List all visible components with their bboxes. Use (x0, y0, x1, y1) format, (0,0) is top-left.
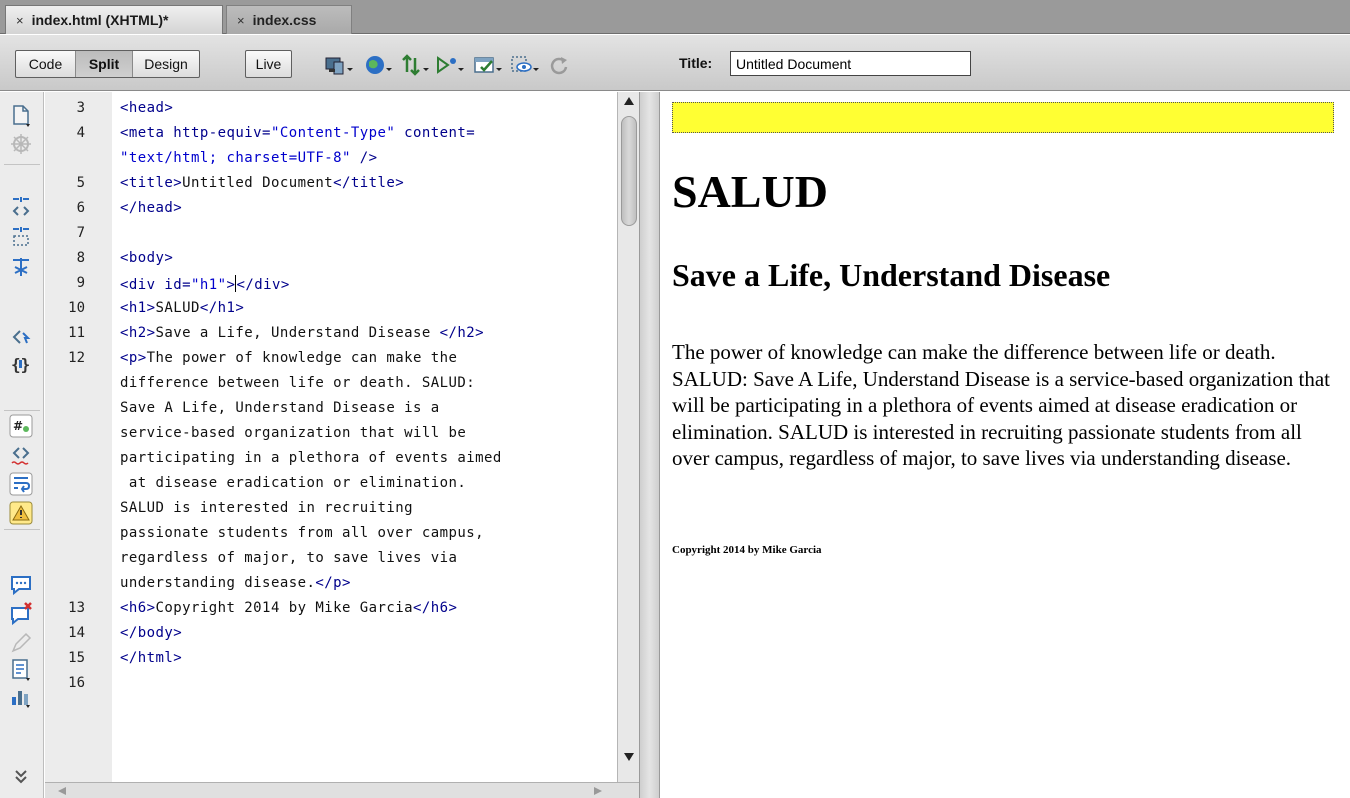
expand-all-icon[interactable] (9, 255, 33, 279)
scroll-right-arrow-icon[interactable] (593, 786, 603, 796)
coding-toolbar: {} # (0, 92, 44, 798)
code-line[interactable]: Save A Life, Understand Disease is a (120, 400, 440, 416)
code-line[interactable]: SALUD is interested in recruiting (120, 500, 413, 516)
line-numbers-icon[interactable]: # (9, 414, 33, 438)
document-title-input[interactable] (730, 51, 971, 76)
tab-index-css[interactable]: × index.css (226, 5, 352, 34)
line-number: 11 (68, 325, 85, 341)
line-number: 7 (76, 225, 85, 241)
code-line[interactable]: regardless of major, to save lives via (120, 550, 457, 566)
remove-comment-icon[interactable] (9, 602, 33, 626)
validate-icon[interactable] (473, 54, 503, 76)
view-mode-buttons: Code Split Design (15, 50, 200, 78)
line-number: 15 (68, 650, 85, 666)
document-tab-bar: × index.html (XHTML)* × index.css (0, 0, 1350, 34)
show-code-navigator-icon[interactable] (9, 132, 33, 156)
code-line[interactable]: passionate students from all over campus… (120, 525, 484, 541)
line-number: 12 (68, 350, 85, 366)
design-paragraph: The power of knowledge can make the diff… (672, 340, 1331, 470)
code-line[interactable]: <h2>Save a Life, Understand Disease </h2… (120, 325, 484, 341)
multiscreen-icon[interactable] (324, 54, 354, 76)
code-line[interactable]: <p>The power of knowledge can make the (120, 350, 457, 366)
line-number: 6 (76, 200, 85, 216)
design-view[interactable]: SALUD Save a Life, Understand Disease Th… (660, 92, 1350, 798)
line-number: 10 (68, 300, 85, 316)
code-line[interactable]: </body> (120, 625, 182, 641)
code-line[interactable]: <meta http-equiv="Content-Type" content= (120, 125, 475, 141)
design-view-button[interactable]: Design (133, 51, 199, 77)
code-line[interactable]: understanding disease.</p> (120, 575, 351, 591)
code-line[interactable]: service-based organization that will be (120, 425, 466, 441)
code-line[interactable]: at disease eradication or elimination. (120, 475, 466, 491)
syntax-error-alerts-icon[interactable] (9, 501, 33, 525)
design-copyright: Copyright 2014 by Mike Garcia (672, 544, 822, 556)
code-line[interactable]: participating in a plethora of events ai… (120, 450, 502, 466)
code-line[interactable]: "text/html; charset=UTF-8" /> (120, 150, 378, 166)
collapse-full-tag-icon[interactable] (9, 194, 33, 218)
visual-aids-icon[interactable] (510, 54, 540, 76)
word-wrap-icon[interactable] (9, 472, 33, 496)
more-tools-icon[interactable] (9, 765, 33, 789)
line-number: 13 (68, 600, 85, 616)
tab-label: index.html (XHTML)* (31, 12, 169, 28)
recent-snippets-icon[interactable] (9, 658, 33, 682)
code-vertical-scrollbar[interactable] (617, 92, 639, 782)
code-line[interactable]: difference between life or death. SALUD: (120, 375, 475, 391)
tab-label: index.css (252, 12, 317, 28)
design-heading-1: SALUD (672, 166, 828, 217)
highlight-invalid-code-icon[interactable] (9, 443, 33, 467)
line-number: 5 (76, 175, 85, 191)
close-tab-icon[interactable]: × (16, 13, 24, 28)
tab-index-html[interactable]: × index.html (XHTML)* (5, 5, 223, 34)
split-view-divider[interactable] (639, 92, 660, 798)
balance-braces-icon[interactable]: {} (9, 352, 33, 376)
line-number: 14 (68, 625, 85, 641)
file-management-icon[interactable] (400, 54, 430, 76)
debug-browser-icon[interactable] (435, 54, 465, 76)
close-tab-icon[interactable]: × (237, 13, 245, 28)
line-number: 9 (76, 275, 85, 291)
split-view-button[interactable]: Split (76, 51, 133, 77)
code-line[interactable]: <title>Untitled Document</title> (120, 175, 404, 191)
div-h1-placeholder[interactable] (672, 102, 1334, 133)
code-line[interactable]: <body> (120, 250, 173, 266)
wrap-tag-icon[interactable] (9, 631, 33, 655)
document-toolbar: Code Split Design Live Title: Untitled D… (0, 35, 1350, 91)
code-horizontal-scrollbar[interactable] (45, 782, 639, 798)
title-label: Title: (679, 55, 713, 71)
refresh-icon[interactable] (546, 54, 576, 76)
preview-globe-icon[interactable] (363, 54, 393, 76)
move-css-icon[interactable] (9, 685, 33, 709)
select-parent-tag-icon[interactable] (9, 325, 33, 349)
collapse-selection-icon[interactable] (9, 224, 33, 248)
code-line[interactable]: <div id="h1"></div> (120, 275, 290, 293)
apply-comment-icon[interactable] (9, 573, 33, 597)
code-line[interactable]: <h1>SALUD</h1> (120, 300, 244, 316)
svg-text:#: # (13, 419, 23, 433)
live-view-button[interactable]: Live (245, 50, 292, 78)
scroll-thumb[interactable] (621, 116, 637, 226)
design-heading-2: Save a Life, Understand Disease (672, 257, 1111, 293)
scroll-left-arrow-icon[interactable] (57, 786, 67, 796)
scroll-down-arrow-icon[interactable] (623, 752, 635, 762)
code-line[interactable]: </head> (120, 200, 182, 216)
code-line[interactable]: <h6>Copyright 2014 by Mike Garcia</h6> (120, 600, 457, 616)
line-number: 8 (76, 250, 85, 266)
scroll-up-arrow-icon[interactable] (623, 96, 635, 106)
code-line[interactable]: </html> (120, 650, 182, 666)
line-number: 4 (76, 125, 85, 141)
code-view-button[interactable]: Code (16, 51, 76, 77)
line-number: 16 (68, 675, 85, 691)
line-number: 3 (76, 100, 85, 116)
code-line[interactable]: <head> (120, 100, 173, 116)
open-documents-icon[interactable] (9, 104, 33, 128)
